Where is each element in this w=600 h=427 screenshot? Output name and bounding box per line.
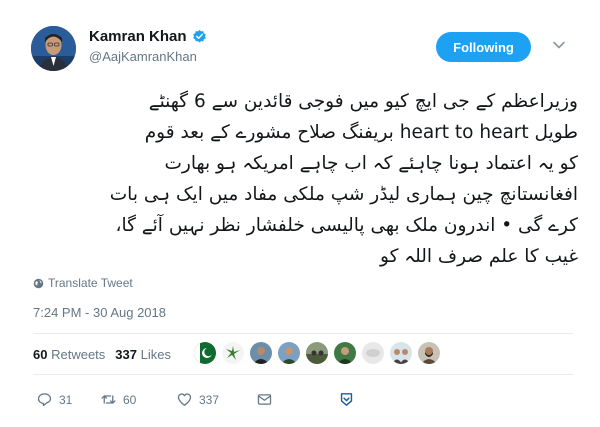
tweet-line: وزیراعظم کے جی ایچ کیو میں فوجی قائدین س… [148, 91, 578, 112]
tweet-text: وزیراعظم کے جی ایچ کیو میں فوجی قائدین س… [30, 86, 578, 272]
retweets-stat[interactable]: 60 Retweets [33, 347, 105, 362]
like-button[interactable]: 337 [176, 391, 256, 408]
heart-icon [177, 393, 192, 406]
direct-message-button[interactable] [256, 391, 338, 408]
reply-count: 31 [59, 392, 73, 407]
tweet-stats: 60 Retweets 337 Likes [33, 347, 171, 362]
liker-avatar[interactable] [222, 342, 244, 364]
author-name-text[interactable]: Kamran Khan [89, 28, 187, 45]
author-avatar[interactable] [31, 26, 76, 71]
liker-avatar[interactable] [278, 342, 300, 364]
translate-label[interactable]: Translate Tweet [48, 276, 133, 290]
liker-avatar[interactable] [418, 342, 440, 364]
divider [33, 374, 573, 375]
liker-avatar[interactable] [194, 342, 216, 364]
tweet-line: طویل heart to heart بریفنگ صلاح مشورے کے… [144, 122, 578, 143]
likes-count[interactable]: 337 [115, 347, 137, 362]
likers-avatars [194, 342, 440, 364]
share-icon [340, 393, 353, 406]
retweets-count[interactable]: 60 [33, 347, 47, 362]
share-button[interactable] [338, 391, 355, 408]
likes-label[interactable]: Likes [141, 347, 171, 362]
message-icon [257, 394, 272, 405]
tweet-line: کرے گی • اندرون ملک بھی پالیسی خلفشار نظ… [115, 215, 578, 236]
liker-avatar[interactable] [362, 342, 384, 364]
retweet-icon [101, 395, 116, 404]
liker-avatar[interactable] [306, 342, 328, 364]
verified-badge-icon [192, 29, 206, 43]
tweet-line: غیب کا علم صرف اللہ کو [380, 246, 578, 267]
tweet-actions: 31 60 337 [36, 391, 355, 408]
tweet-line: کو یہ اعتماد ہونا چاہئے کہ اب چاہے امریک… [164, 153, 579, 174]
translate-tweet-link[interactable]: Translate Tweet [33, 276, 133, 290]
chevron-down-icon[interactable] [552, 38, 566, 52]
like-count: 337 [199, 392, 220, 407]
divider [33, 333, 573, 334]
retweet-count: 60 [123, 392, 137, 407]
author-handle[interactable]: @AajKamranKhan [89, 49, 197, 64]
retweet-button[interactable]: 60 [100, 391, 176, 408]
reply-icon [37, 393, 52, 407]
liker-avatar[interactable] [390, 342, 412, 364]
author-name[interactable]: Kamran Khan [89, 28, 207, 45]
likes-stat[interactable]: 337 Likes [115, 347, 171, 362]
retweets-label[interactable]: Retweets [51, 347, 105, 362]
tweet-line: افغانستانچ چین ہماری لیڈر شپ ملکی مفاد م… [109, 184, 578, 205]
tweet-timestamp[interactable]: 7:24 PM - 30 Aug 2018 [33, 305, 166, 320]
following-button[interactable]: Following [436, 32, 531, 62]
liker-avatar[interactable] [334, 342, 356, 364]
liker-avatar[interactable] [250, 342, 272, 364]
reply-button[interactable]: 31 [36, 391, 100, 408]
globe-icon [33, 278, 44, 288]
